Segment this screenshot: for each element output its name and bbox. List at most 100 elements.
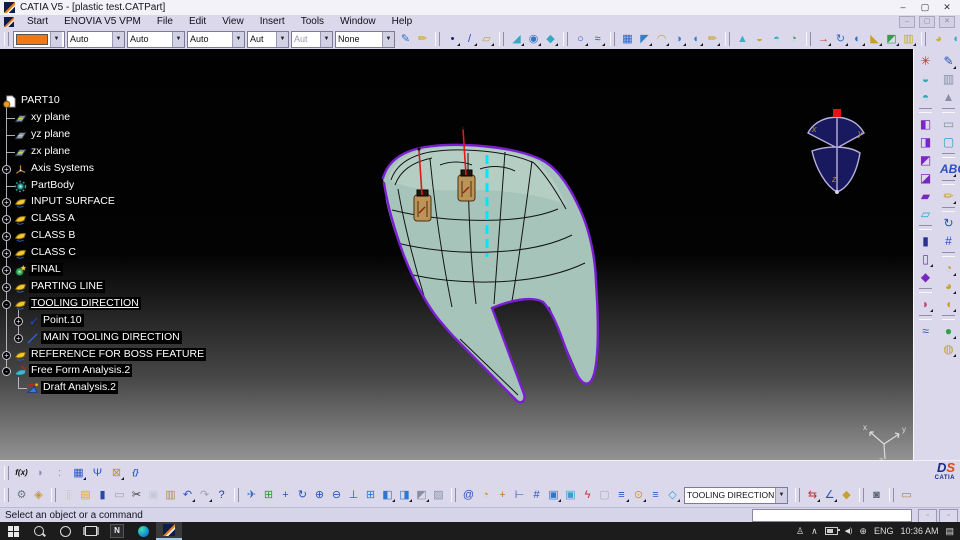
dropdown-corner-icon[interactable] xyxy=(457,43,460,46)
dropdown-corner-icon[interactable] xyxy=(626,499,629,502)
tree-item-class-a[interactable]: CLASS A xyxy=(29,212,77,225)
dropdown-corner-icon[interactable] xyxy=(555,43,558,46)
bounding-box-icon[interactable]: ▢ xyxy=(940,133,957,151)
variable-offset-icon[interactable]: ◨ xyxy=(917,133,934,151)
dropdown-corner-icon[interactable] xyxy=(953,174,956,177)
measure-between-icon[interactable]: ⇆ xyxy=(804,487,821,503)
dropdown-corner-icon[interactable] xyxy=(953,336,956,339)
dropdown-corner-icon[interactable] xyxy=(817,499,820,502)
local-axis-icon[interactable]: ▣ xyxy=(545,487,562,503)
measure-inertia-icon[interactable]: ◆ xyxy=(838,487,855,503)
dropdown-corner-icon[interactable] xyxy=(192,499,195,502)
tree-item-class-c[interactable]: CLASS C xyxy=(29,246,78,259)
doc-close-button[interactable]: ✕ xyxy=(939,16,955,28)
datum-box-icon[interactable]: ▣ xyxy=(562,487,579,503)
close-surface-icon[interactable]: ▱ xyxy=(917,205,934,223)
dropdown-corner-icon[interactable] xyxy=(649,43,652,46)
dropdown-corner-icon[interactable] xyxy=(426,499,429,502)
dropdown-corner-icon[interactable] xyxy=(602,43,605,46)
dropdown-corner-icon[interactable] xyxy=(585,43,588,46)
design-table-icon[interactable]: ▦ xyxy=(70,465,87,481)
exit-workbench-icon[interactable]: ▥ xyxy=(940,70,957,88)
fit-all-in-icon[interactable]: ⊞ xyxy=(260,487,277,503)
trim-icon[interactable]: ◖ xyxy=(687,31,704,47)
tree-icon-surf[interactable] xyxy=(14,213,27,226)
menu-tools[interactable]: Tools xyxy=(293,15,332,29)
start-button[interactable] xyxy=(0,522,26,540)
save-document-icon[interactable]: ▮ xyxy=(94,487,111,503)
tree-icon-gear[interactable] xyxy=(14,180,27,193)
print-document-icon[interactable]: ▭ xyxy=(111,487,128,503)
network-globe-icon[interactable]: ⊕ xyxy=(859,526,867,537)
zoom-in-icon[interactable]: ⊕ xyxy=(311,487,328,503)
wrap-surface-icon[interactable]: ◖ xyxy=(940,295,957,313)
tree-item-xy-plane[interactable]: xy plane xyxy=(29,111,73,124)
clock[interactable]: 10:36 AM xyxy=(900,526,938,536)
dropdown-corner-icon[interactable] xyxy=(643,499,646,502)
tree-expand-knob[interactable]: + xyxy=(2,351,11,360)
redo-icon[interactable]: ↷ xyxy=(196,487,213,503)
task-view-icon[interactable] xyxy=(78,522,104,540)
dropdown-corner-icon[interactable] xyxy=(683,43,686,46)
battery-icon[interactable] xyxy=(824,527,840,535)
painter-icon[interactable]: ✎ xyxy=(397,31,414,47)
text-annotation-icon[interactable]: ABC xyxy=(940,160,960,178)
shape-fillet-icon[interactable]: ◕ xyxy=(930,31,947,47)
dropdown-corner-icon[interactable] xyxy=(521,43,524,46)
tree-item-part10[interactable]: PART10 xyxy=(19,94,62,107)
ghost-mode-icon[interactable]: ▢ xyxy=(596,487,613,503)
sweep-icon[interactable]: ▲ xyxy=(734,31,751,47)
publication-icon[interactable]: ⊢ xyxy=(511,487,528,503)
dropdown-corner-icon[interactable] xyxy=(209,499,212,502)
tree-item-input-surface[interactable]: INPUT SURFACE xyxy=(29,195,117,208)
lock-icon[interactable]: ⊠ xyxy=(108,465,125,481)
tree-item-partbody[interactable]: PartBody xyxy=(29,179,77,192)
graphic-combo-5[interactable]: None ▼ xyxy=(335,30,395,48)
chevron-down-icon[interactable]: ▼ xyxy=(232,31,244,47)
tree-icon-axis[interactable] xyxy=(14,163,27,176)
tree-icon-plane[interactable] xyxy=(14,129,27,142)
menu-file[interactable]: File xyxy=(149,15,181,29)
fill-icon[interactable]: ◒ xyxy=(751,31,768,47)
wizard-light-icon[interactable]: ✏ xyxy=(414,31,431,47)
link-manager-icon[interactable]: @ xyxy=(460,487,477,503)
line-icon[interactable]: / xyxy=(461,31,478,47)
chevron-down-icon[interactable]: ▼ xyxy=(276,31,288,47)
untrim-icon[interactable]: ◠ xyxy=(653,31,670,47)
dropdown-corner-icon[interactable] xyxy=(834,499,837,502)
normal-view-icon[interactable]: ⊥ xyxy=(345,487,362,503)
grid-points-icon[interactable]: # xyxy=(940,232,957,250)
dropdown-corner-icon[interactable] xyxy=(896,43,899,46)
blend-icon[interactable]: ◔ xyxy=(785,31,802,47)
toolbar-grip[interactable] xyxy=(806,32,811,46)
measure-item-icon[interactable]: ∠ xyxy=(821,487,838,503)
cortana-icon[interactable] xyxy=(52,522,78,540)
status-mini-button-2[interactable]: ▫ xyxy=(939,509,958,523)
power-input-combo[interactable]: TOOLING DIRECTION ▼ xyxy=(684,486,788,504)
kn-load-analysis-icon[interactable]: ↻ xyxy=(940,214,957,232)
dropdown-corner-icon[interactable] xyxy=(409,499,412,502)
tree-item-axis-systems[interactable]: Axis Systems xyxy=(29,162,97,175)
dropdown-corner-icon[interactable] xyxy=(862,43,865,46)
extrapolate-icon[interactable]: ▥ xyxy=(900,31,917,47)
search-icon[interactable] xyxy=(26,522,52,540)
dropdown-corner-icon[interactable] xyxy=(953,354,956,357)
toolbar-grip[interactable] xyxy=(4,32,9,46)
cut-icon[interactable]: ✂ xyxy=(128,487,145,503)
tree-item-reference-for-boss-feature[interactable]: REFERENCE FOR BOSS FEATURE xyxy=(29,348,207,361)
dropdown-corner-icon[interactable] xyxy=(121,476,124,480)
tree-expand-knob[interactable]: + xyxy=(14,317,23,326)
undo-icon[interactable]: ↶ xyxy=(179,487,196,503)
toolbar-grip[interactable] xyxy=(563,32,568,46)
toolbar-grip[interactable] xyxy=(435,32,440,46)
toolbar-grip[interactable] xyxy=(234,488,239,502)
doc-restore-button[interactable]: ▢ xyxy=(919,16,935,28)
formula-icon[interactable]: f(x) xyxy=(13,465,30,481)
tray-chevron-icon[interactable]: ∧ xyxy=(811,526,818,537)
offset-pad-icon[interactable]: ◧ xyxy=(917,115,934,133)
tree-icon-line[interactable] xyxy=(26,332,39,345)
chevron-down-icon[interactable]: ▼ xyxy=(112,31,124,47)
edge-icon[interactable] xyxy=(130,522,156,540)
dropdown-corner-icon[interactable] xyxy=(666,43,669,46)
bump-icon[interactable]: ◪ xyxy=(917,169,934,187)
